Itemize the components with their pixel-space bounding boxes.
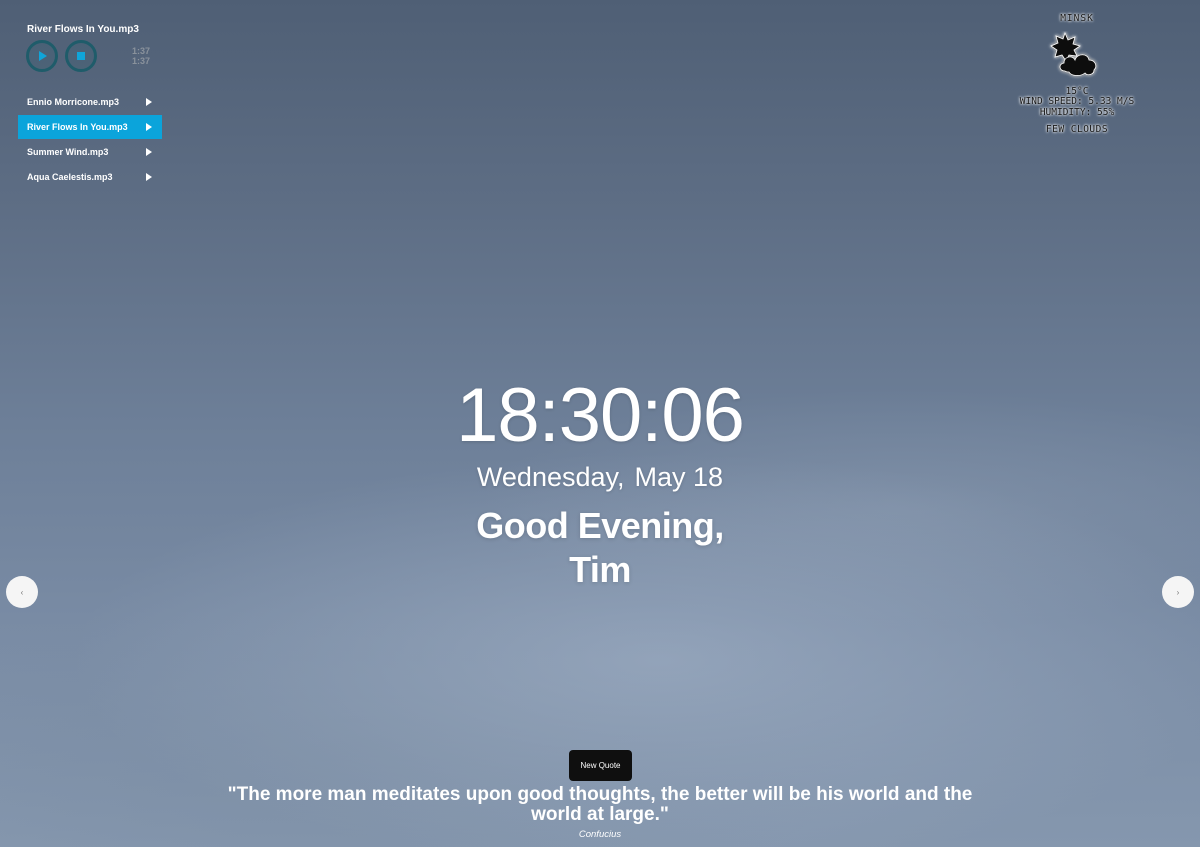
play-icon — [146, 148, 152, 156]
quote-text: "The more man meditates upon good though… — [227, 784, 973, 825]
play-icon — [146, 98, 152, 106]
weather-description: FEW CLOUDS — [1045, 124, 1109, 135]
track-time: 1:37 1:37 — [132, 46, 150, 66]
play-icon — [146, 123, 152, 131]
weather-wind: WIND SPEED: 5.33 M/S — [1019, 96, 1135, 107]
playlist-item[interactable]: Ennio Morricone.mp3 — [18, 90, 162, 114]
play-icon — [146, 173, 152, 181]
time-total: 1:37 — [132, 56, 151, 66]
prev-background-button[interactable]: ‹ — [6, 576, 38, 608]
playlist-item-title: Summer Wind.mp3 — [27, 147, 109, 157]
clock-date: Wednesday, May 18 — [0, 462, 1200, 493]
date-weekday: Wednesday, — [476, 462, 625, 492]
chevron-right-icon: › — [1176, 587, 1180, 597]
audio-player: River Flows In You.mp3 1:37 1:37 Ennio M… — [18, 24, 162, 190]
weather-widget: MINSK 15°C WIND SPEED: 5.33 M/S HUMIDITY… — [1012, 13, 1142, 136]
stop-icon — [77, 52, 85, 60]
playlist: Ennio Morricone.mp3 River Flows In You.m… — [18, 90, 162, 189]
greeting: Good Evening, Tim — [0, 504, 1200, 592]
playlist-item-title: Aqua Caelestis.mp3 — [27, 172, 113, 182]
weather-humidity: HUMIDITY: 55% — [1039, 106, 1115, 118]
playlist-item-title: River Flows In You.mp3 — [27, 122, 128, 132]
play-button[interactable] — [26, 40, 58, 72]
quote-author: Confucius — [578, 829, 622, 840]
greeting-name[interactable]: Tim — [0, 548, 1200, 592]
next-background-button[interactable]: › — [1162, 576, 1194, 608]
player-controls: 1:37 1:37 — [26, 40, 162, 72]
weather-city: MINSK — [1060, 13, 1094, 24]
chevron-left-icon: ‹ — [20, 587, 24, 597]
stop-button[interactable] — [65, 40, 97, 72]
playlist-item-title: Ennio Morricone.mp3 — [27, 97, 120, 107]
playlist-item-active[interactable]: River Flows In You.mp3 — [18, 115, 162, 139]
clock-time: 18:30:06 — [456, 373, 745, 458]
time-current: 1:37 — [132, 46, 151, 56]
new-quote-button[interactable]: New Quote — [569, 750, 632, 781]
few-clouds-icon — [1012, 25, 1142, 87]
current-track-title: River Flows In You.mp3 — [27, 24, 139, 35]
playlist-item[interactable]: Aqua Caelestis.mp3 — [18, 165, 162, 189]
play-icon — [39, 51, 47, 61]
playlist-item[interactable]: Summer Wind.mp3 — [18, 140, 162, 164]
date-day: May 18 — [634, 462, 724, 492]
greeting-text: Good Evening, — [476, 505, 724, 546]
